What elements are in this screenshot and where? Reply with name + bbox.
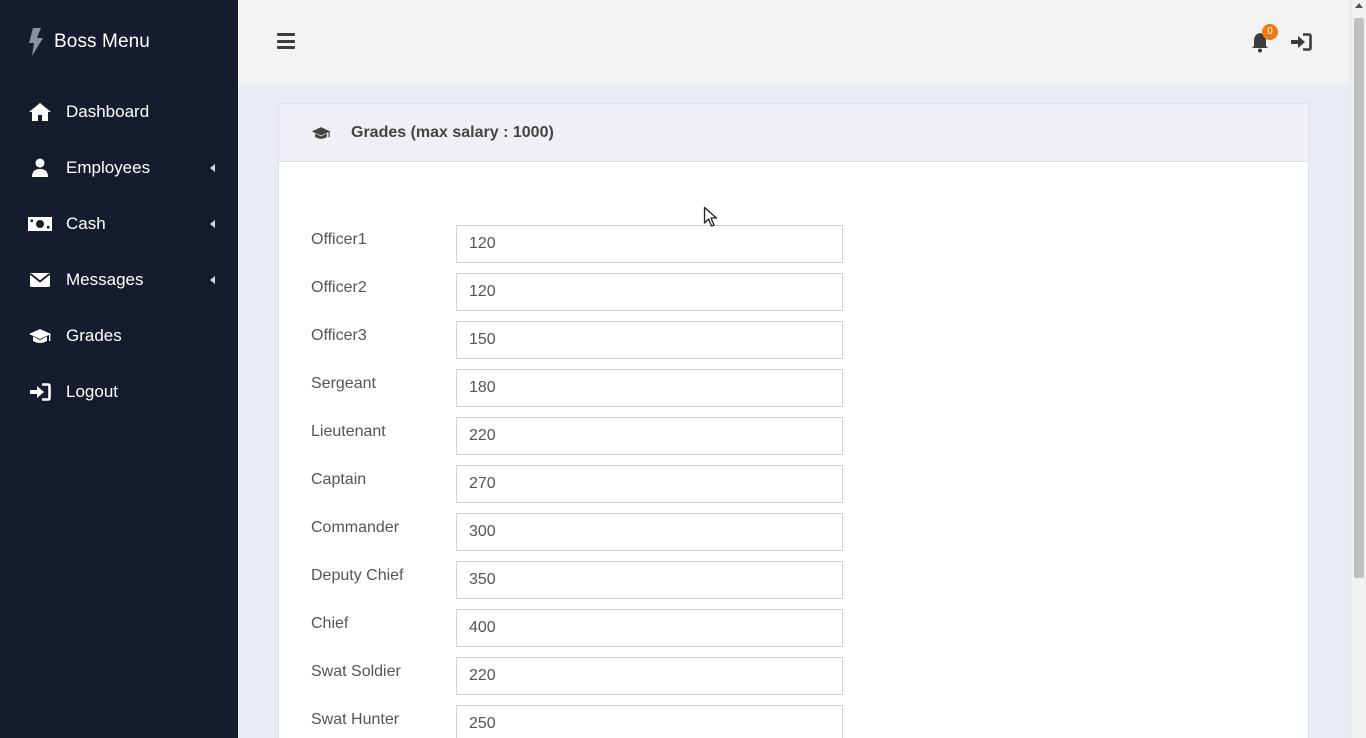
- grade-salary-input[interactable]: [456, 225, 843, 263]
- hamburger-menu-icon[interactable]: [277, 33, 295, 49]
- grade-salary-input[interactable]: [456, 465, 843, 503]
- caret-left-icon: [210, 220, 215, 228]
- grade-salary-input[interactable]: [456, 561, 843, 599]
- sign-in-icon[interactable]: [1290, 31, 1312, 53]
- user-icon: [28, 156, 52, 180]
- grade-label: Lieutenant: [311, 423, 386, 440]
- grade-label: Captain: [311, 471, 367, 488]
- grade-row-swat-soldier: Swat Soldier: [311, 657, 851, 695]
- grade-row-lieutenant: Lieutenant: [311, 417, 851, 455]
- sidebar-item-employees[interactable]: Employees: [0, 140, 238, 196]
- grade-salary-input[interactable]: [456, 609, 843, 647]
- graduation-cap-icon: [311, 126, 331, 139]
- grade-row-officer3: Officer3: [311, 321, 851, 359]
- grade-label: Swat Soldier: [311, 663, 401, 680]
- sidebar-item-dashboard[interactable]: Dashboard: [0, 84, 238, 140]
- grade-salary-input[interactable]: [456, 705, 843, 738]
- mouse-pointer-icon: [703, 206, 718, 227]
- grade-salary-input[interactable]: [456, 369, 843, 407]
- grade-row-chief: Chief: [311, 609, 851, 647]
- grade-label: Officer1: [311, 231, 367, 248]
- sidebar-item-logout[interactable]: Logout: [0, 364, 238, 420]
- grade-label: Deputy Chief: [311, 567, 404, 584]
- brand[interactable]: Boss Menu: [25, 27, 150, 57]
- sidebar-item-label: Dashboard: [66, 102, 150, 121]
- caret-left-icon: [210, 276, 215, 284]
- sidebar-item-grades[interactable]: Grades: [0, 308, 238, 364]
- grade-salary-input[interactable]: [456, 657, 843, 695]
- card-header: Grades (max salary : 1000): [279, 104, 1308, 162]
- sidebar: Boss Menu Dashboard Employees Cash Messa…: [0, 0, 238, 738]
- sidebar-item-messages[interactable]: Messages: [0, 252, 238, 308]
- money-icon: [28, 212, 52, 236]
- sidebar-item-cash[interactable]: Cash: [0, 196, 238, 252]
- grade-row-sergeant: Sergeant: [311, 369, 851, 407]
- grade-salary-input[interactable]: [456, 321, 843, 359]
- sidebar-nav: Dashboard Employees Cash Messages Grades…: [0, 84, 238, 420]
- sidebar-item-label: Cash: [66, 214, 106, 233]
- grade-salary-input[interactable]: [456, 273, 843, 311]
- grade-salary-input[interactable]: [456, 417, 843, 455]
- grade-row-swat-hunter: Swat Hunter: [311, 705, 851, 738]
- brand-title: Boss Menu: [54, 31, 150, 52]
- grade-label: Swat Hunter: [311, 711, 400, 728]
- grade-label: Officer3: [311, 327, 367, 344]
- grade-row-commander: Commander: [311, 513, 851, 551]
- sidebar-item-label: Logout: [66, 382, 118, 401]
- top-bar: 0: [238, 0, 1350, 84]
- grade-row-officer1: Officer1: [311, 225, 851, 263]
- grade-row-deputy-chief: Deputy Chief: [311, 561, 851, 599]
- bolt-icon: [29, 28, 43, 56]
- grade-label: Commander: [311, 519, 400, 536]
- home-icon: [28, 100, 52, 124]
- page-scrollbar[interactable]: [1350, 0, 1366, 738]
- card-title: Grades (max salary : 1000): [351, 123, 554, 141]
- grade-salary-input[interactable]: [456, 513, 843, 551]
- grade-row-officer2: Officer2: [311, 273, 851, 311]
- scrollbar-thumb[interactable]: [1354, 18, 1364, 578]
- grade-label: Sergeant: [311, 375, 376, 392]
- caret-left-icon: [210, 164, 215, 172]
- grade-label: Officer2: [311, 279, 367, 296]
- sidebar-item-label: Grades: [66, 326, 122, 345]
- envelope-icon: [28, 268, 52, 292]
- notification-badge: 0: [1262, 24, 1278, 40]
- grade-label: Chief: [311, 615, 349, 632]
- sidebar-item-label: Messages: [66, 270, 144, 289]
- sidebar-item-label: Employees: [66, 158, 151, 177]
- sign-in-icon: [28, 380, 52, 404]
- scroll-up-arrow-icon[interactable]: [1355, 3, 1363, 8]
- grades-card: Grades (max salary : 1000) Officer1 Offi…: [278, 103, 1309, 738]
- graduation-cap-icon: [28, 324, 52, 348]
- grade-row-captain: Captain: [311, 465, 851, 503]
